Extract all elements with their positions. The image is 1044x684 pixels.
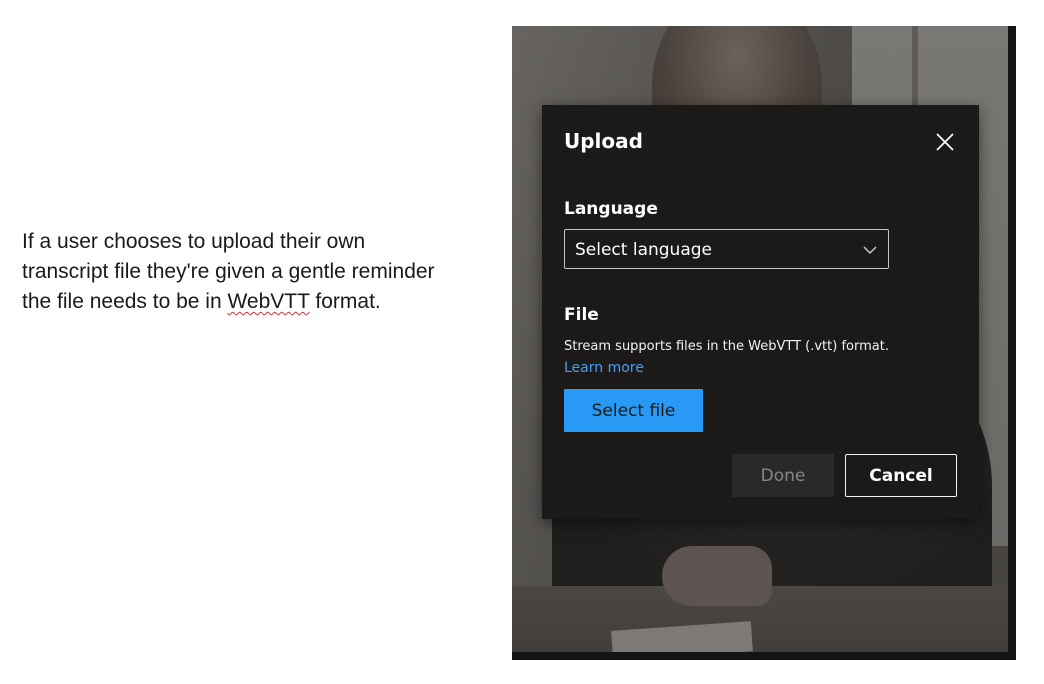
close-button[interactable] — [932, 129, 958, 155]
annotation-line-3: the file needs to be in WebVTT format. — [22, 287, 502, 317]
annotation-line-2: transcript file they're given a gentle r… — [22, 260, 435, 283]
language-dropdown-value: Select language — [575, 240, 712, 260]
annotation-line-3-suffix: format. — [309, 290, 381, 313]
background-person-hand — [662, 546, 772, 606]
annotation-line-1: If a user chooses to upload their own — [22, 230, 366, 253]
close-icon — [936, 133, 954, 151]
dialog-title: Upload — [564, 129, 643, 153]
frame-bottom-edge — [512, 652, 1016, 660]
done-button[interactable]: Done — [732, 454, 834, 497]
file-label: File — [564, 305, 599, 325]
language-label: Language — [564, 199, 658, 219]
upload-dialog: Upload Language Select language File Str… — [542, 105, 979, 519]
annotation-line-3-prefix: the file needs to be in — [22, 290, 228, 313]
learn-more-link[interactable]: Learn more — [564, 360, 644, 376]
file-format-help: Stream supports files in the WebVTT (.vt… — [564, 339, 889, 354]
cancel-button[interactable]: Cancel — [845, 454, 957, 497]
annotation-text: If a user chooses to upload their own tr… — [22, 227, 502, 317]
spellcheck-flagged-word: WebVTT — [227, 290, 310, 313]
frame-right-edge — [1008, 26, 1016, 660]
language-dropdown[interactable]: Select language — [564, 229, 889, 269]
chevron-down-icon — [863, 246, 877, 255]
select-file-button[interactable]: Select file — [564, 389, 703, 432]
